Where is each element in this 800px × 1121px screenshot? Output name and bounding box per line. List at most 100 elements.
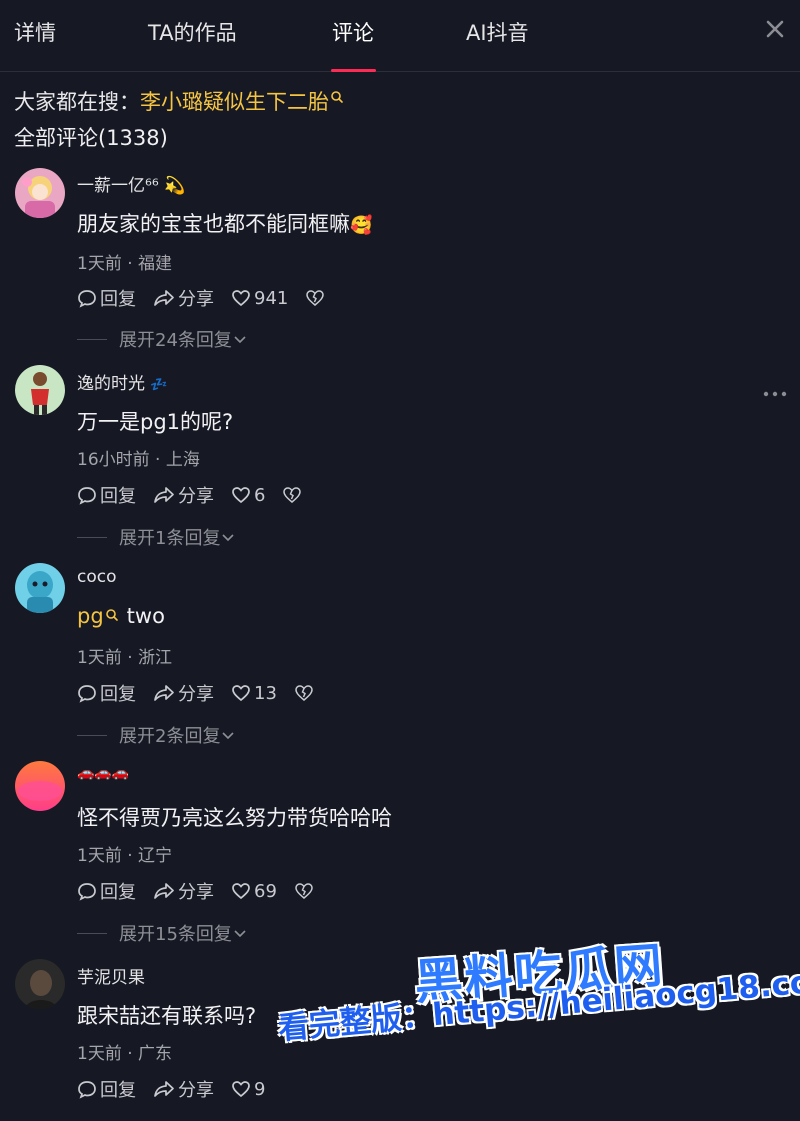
share-button[interactable]: 分享	[153, 680, 214, 706]
dislike-button[interactable]	[282, 485, 305, 505]
chevron-down-icon	[222, 732, 235, 740]
reply-button[interactable]: 回复	[77, 1076, 136, 1102]
reply-icon	[78, 290, 96, 308]
reply-icon	[78, 487, 96, 505]
reply-button[interactable]: 回复	[77, 482, 136, 508]
reply-button[interactable]: 回复	[77, 680, 136, 706]
share-button[interactable]: 分享	[153, 285, 214, 311]
reply-label: 回复	[100, 1080, 136, 1101]
username[interactable]: coco	[77, 567, 117, 587]
heart-icon	[232, 1081, 250, 1098]
share-label: 分享	[178, 289, 214, 310]
comment-text: 跟宋喆还有联系吗?	[77, 1004, 257, 1028]
reply-label: 回复	[100, 882, 136, 903]
comment-text: 朋友家的宝宝也都不能同框嘛🥰	[77, 208, 372, 238]
comment-actions: 回复 分享 69	[77, 879, 334, 903]
broken-heart-icon	[306, 290, 325, 306]
tab-comments[interactable]: 评论	[332, 17, 374, 47]
divider-line	[77, 734, 107, 736]
username-text: 一薪一亿⁶⁶	[77, 176, 159, 196]
avatar[interactable]	[15, 959, 65, 1009]
share-icon	[154, 685, 174, 701]
divider-line	[77, 338, 107, 340]
broken-heart-icon	[295, 685, 313, 701]
broken-heart-icon	[283, 487, 302, 503]
reply-label: 回复	[100, 684, 136, 705]
avatar[interactable]	[15, 365, 65, 415]
expand-replies-button[interactable]: 展开1条回复	[77, 524, 236, 550]
share-icon	[154, 290, 174, 306]
search-suggestion-keyword[interactable]: 李小璐疑似生下二胎	[140, 90, 329, 114]
like-count: 9	[254, 1078, 266, 1100]
comment-text-body: two	[126, 604, 165, 628]
comment-actions: 回复 分享 941	[77, 286, 345, 310]
username[interactable]: 🚗🚗🚗	[77, 765, 129, 781]
comment-meta: 1天前 · 浙江	[77, 648, 173, 668]
reply-icon	[78, 685, 96, 703]
divider-line	[77, 932, 107, 934]
tab-works[interactable]: TA的作品	[148, 17, 237, 47]
share-label: 分享	[178, 1080, 214, 1101]
comment-meta: 1天前 · 辽宁	[77, 846, 173, 866]
dislike-button[interactable]	[294, 683, 317, 703]
like-button[interactable]: 6	[231, 485, 265, 506]
reply-label: 回复	[100, 289, 136, 310]
share-icon	[154, 1081, 174, 1097]
share-icon	[154, 487, 174, 503]
reply-button[interactable]: 回复	[77, 285, 136, 311]
comment-text: 怪不得贾乃亮这么努力带货哈哈哈	[77, 806, 392, 830]
comment-meta: 1天前 · 福建	[77, 254, 173, 274]
dislike-button[interactable]	[305, 288, 328, 308]
watermark: 黑料吃瓜网 看完整版：https://heiliaocg18.com	[270, 935, 800, 1105]
expand-replies-button[interactable]: 展开15条回复	[77, 920, 248, 946]
active-tab-indicator	[331, 69, 376, 72]
avatar[interactable]	[15, 761, 65, 811]
like-button[interactable]: 9	[231, 1079, 265, 1100]
share-button[interactable]: 分享	[153, 1076, 214, 1102]
comment-text-body: 朋友家的宝宝也都不能同框嘛	[77, 212, 350, 236]
close-icon[interactable]	[762, 16, 788, 42]
comment-count: 全部评论(1338)	[14, 126, 168, 150]
reply-button[interactable]: 回复	[77, 878, 136, 904]
heart-icon	[232, 883, 250, 900]
expand-replies-label: 展开2条回复	[119, 726, 221, 747]
avatar[interactable]	[15, 168, 65, 218]
like-count: 6	[254, 484, 266, 506]
comment-keyword-link[interactable]: pg	[77, 604, 104, 628]
like-button[interactable]: 13	[231, 683, 277, 704]
avatar[interactable]	[15, 563, 65, 613]
search-suggestion: 大家都在搜：李小璐疑似生下二胎	[14, 86, 344, 116]
comment-emoji: 🥰	[350, 215, 373, 236]
username-emoji: 💫	[164, 176, 186, 196]
divider-line	[77, 536, 107, 538]
like-count: 69	[254, 880, 277, 902]
reply-icon	[78, 883, 96, 901]
comment-actions: 回复 分享 6	[77, 483, 322, 507]
comment-text: 万一是pg1的呢?	[77, 410, 234, 434]
username[interactable]: 一薪一亿⁶⁶ 💫	[77, 171, 185, 196]
expand-replies-button[interactable]: 展开2条回复	[77, 722, 236, 748]
broken-heart-icon	[295, 883, 313, 899]
chevron-down-icon	[234, 336, 246, 344]
username-emoji: 💤	[150, 377, 168, 393]
search-icon	[330, 86, 344, 110]
heart-icon	[232, 290, 250, 307]
username[interactable]: 芋泥贝果	[77, 963, 145, 988]
heart-icon	[232, 685, 250, 702]
search-suggestion-prefix: 大家都在搜：	[14, 90, 140, 114]
comment-actions: 回复 分享 13	[77, 681, 334, 705]
chevron-down-icon	[222, 534, 235, 542]
more-options-icon[interactable]	[762, 384, 788, 397]
share-button[interactable]: 分享	[153, 482, 214, 508]
comment-text: pg two	[77, 604, 165, 628]
dislike-button[interactable]	[294, 881, 317, 901]
like-button[interactable]: 941	[231, 288, 288, 309]
expand-replies-button[interactable]: 展开24条回复	[77, 326, 248, 352]
like-button[interactable]: 69	[231, 881, 277, 902]
share-label: 分享	[178, 486, 214, 507]
tab-details[interactable]: 详情	[14, 17, 56, 47]
tab-ai-douyin[interactable]: AI抖音	[466, 17, 529, 47]
tab-bar: 详情 TA的作品 评论 AI抖音	[0, 0, 800, 72]
username[interactable]: 逸的时光 💤	[77, 369, 168, 394]
share-button[interactable]: 分享	[153, 878, 214, 904]
